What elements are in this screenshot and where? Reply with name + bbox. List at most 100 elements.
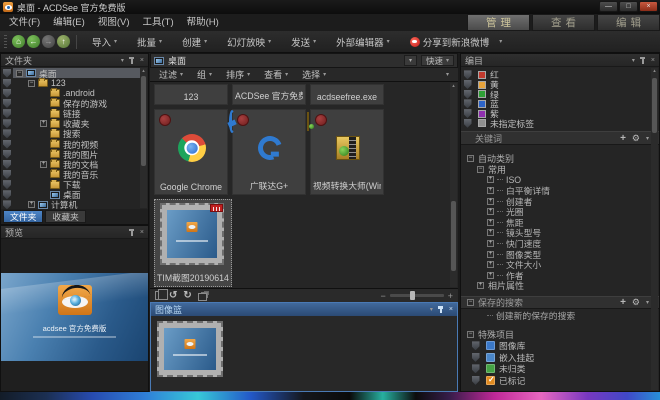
pin-icon[interactable] [438,306,444,313]
category-creator[interactable]: +创建者 [461,196,659,207]
file-tile-123[interactable]: 123 [154,84,228,105]
tree-row-computer[interactable]: +计算机 [1,200,148,209]
file-tile-tim-screenshot-selected[interactable]: TIM截图20190614... [154,199,232,287]
panel-menu-icon[interactable]: ▾ [430,306,433,313]
expander-icon[interactable]: + [40,161,47,168]
expander-icon[interactable]: + [487,272,494,279]
file-tile-google-chrome[interactable]: Google Chrome [154,109,228,195]
tree-row-links[interactable]: 链接 [1,109,148,119]
easy-select-shield-icon[interactable] [3,89,11,98]
category-white-balance[interactable]: +白平衡详情 [461,185,659,196]
slideshow-button[interactable]: 幻灯放映▾ [217,31,281,52]
maximize-button[interactable]: □ [619,1,638,12]
create-button[interactable]: 创建▾ [172,31,217,52]
category-focal-length[interactable]: +焦距 [461,217,659,228]
scrollbar-thumb[interactable] [451,201,456,271]
tab-favorites[interactable]: 收藏夹 [45,210,85,223]
basket-thumbnail[interactable] [157,321,223,377]
rotate-left-icon[interactable]: ↺ [169,290,177,302]
filterbar-overflow-icon[interactable]: ▾ [446,71,449,78]
tree-row-desktop[interactable]: −桌面 [1,68,148,78]
menu-edit[interactable]: 编辑(E) [53,14,85,31]
category-group-common[interactable]: −常用 [461,164,659,175]
expander-icon[interactable]: + [477,282,484,289]
tab-edit[interactable]: 编辑 [597,14,660,31]
panel-menu-icon[interactable]: ▾ [632,57,635,64]
category-aperture[interactable]: +光圈 [461,206,659,217]
keywords-section[interactable]: 关键词 +⚙▾ [461,131,659,145]
pin-icon[interactable] [129,229,135,236]
external-editor-button[interactable]: 外部编辑器▾ [326,31,400,52]
category-shutter-speed[interactable]: +快门速度 [461,238,659,249]
expander-icon[interactable]: − [467,299,474,306]
easy-select-shield-icon[interactable] [464,119,472,128]
easy-select-shield-icon[interactable] [472,376,480,385]
catalog-scrollbar[interactable]: ▴ [651,68,658,390]
tree-row-my-pictures[interactable]: 我的图片 [1,149,148,159]
scrollbar-thumb[interactable] [652,78,657,133]
panel-close-icon[interactable]: × [651,57,655,64]
share-weibo-button[interactable]: 分享到新浪微博 [400,31,500,52]
easy-select-shield-icon[interactable] [472,364,480,373]
easy-select-shield-icon[interactable] [3,99,11,108]
tree-row-my-videos[interactable]: 我的视频 [1,139,148,149]
easy-select-shield-icon[interactable] [472,341,480,350]
filter-button[interactable]: 过滤▾ [159,68,183,81]
easy-select-shield-icon[interactable] [3,150,11,159]
back-icon[interactable]: ← [27,35,40,48]
breadcrumb-dropdown-icon[interactable]: ▾ [404,55,417,66]
tree-row-123[interactable]: −123 [1,78,148,88]
scroll-up-icon[interactable]: ▴ [452,83,455,89]
file-tile-acdseefree-exe[interactable]: acdseefree.exe [310,84,384,105]
expander-icon[interactable]: − [16,70,23,77]
minimize-button[interactable]: — [599,1,618,12]
special-item-embed-pending[interactable]: 嵌入挂起 [461,352,659,364]
expander-icon[interactable]: + [487,229,494,236]
home-icon[interactable]: ⌂ [12,35,25,48]
quick-search-box[interactable]: 快速▾ [421,55,454,66]
scroll-up-icon[interactable]: ▴ [142,68,145,74]
slider-track[interactable] [390,294,444,297]
add-keyword-icon[interactable]: + [620,133,626,144]
easy-select-shield-icon[interactable] [464,70,472,79]
category-lens-model[interactable]: +镜头型号 [461,228,659,239]
easy-select-shield-icon[interactable] [3,140,11,149]
expander-icon[interactable]: + [487,240,494,247]
zoom-out-icon[interactable]: − [380,291,385,301]
toolbar-grip[interactable] [4,35,7,48]
menu-file[interactable]: 文件(F) [9,14,40,31]
stack-icon[interactable] [198,293,207,301]
pin-icon[interactable] [640,57,646,64]
menu-view[interactable]: 视图(V) [98,14,130,31]
tree-row-desktop-folder[interactable]: 桌面 [1,190,148,200]
file-list-scrollbar[interactable]: ▴ [450,83,457,287]
tab-manage[interactable]: 管理 [467,14,530,31]
expander-icon[interactable]: + [487,198,494,205]
easy-select-shield-icon[interactable] [472,353,480,362]
tab-folders[interactable]: 文件夹 [3,210,43,223]
panel-close-icon[interactable]: × [449,306,453,313]
easy-select-shield-icon[interactable] [3,79,11,88]
menu-help[interactable]: 帮助(H) [187,14,219,31]
expander-icon[interactable]: + [487,208,494,215]
label-row-unlabeled[interactable]: 未指定标签 [461,118,659,128]
scrollbar-thumb[interactable] [141,76,146,166]
easy-select-shield-icon[interactable] [3,160,11,169]
file-tile-video-converter[interactable]: 视频转换大师(Win... [310,109,384,195]
close-button[interactable]: × [639,1,658,12]
dropdown-icon[interactable]: ▾ [646,135,649,142]
category-file-size[interactable]: +文件大小 [461,259,659,270]
tree-row-my-documents[interactable]: +我的文档 [1,159,148,169]
select-button[interactable]: 选择▾ [302,68,326,81]
dropdown-icon[interactable]: ▾ [646,299,649,306]
easy-select-shield-icon[interactable] [3,170,11,179]
expander-icon[interactable]: − [28,80,35,87]
expander-icon[interactable]: + [487,219,494,226]
expander-icon[interactable]: − [477,166,484,173]
gear-icon[interactable]: ⚙ [632,133,640,144]
panel-close-icon[interactable]: × [140,229,144,236]
add-saved-search-icon[interactable]: + [620,297,626,308]
folders-scrollbar[interactable]: ▴ [140,68,147,208]
group-button[interactable]: 组▾ [197,68,212,81]
tab-view[interactable]: 查看 [532,14,595,31]
